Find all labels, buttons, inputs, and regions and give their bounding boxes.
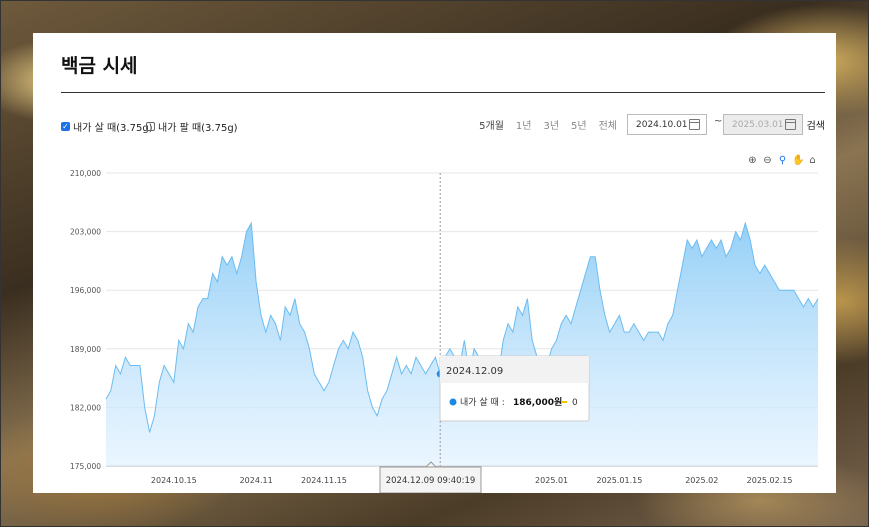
tooltip-date: 2024.12.09 — [446, 366, 503, 377]
tooltip-value: 186,000원 — [513, 396, 562, 408]
crosshair-label: 2024.12.09 09:40:19 — [379, 461, 482, 493]
x-tick-label: 2025.01 — [535, 476, 568, 485]
price-chart: 175,000 182,000 189,000 196,000 203,000 210,0… — [70, 169, 819, 493]
y-tick-label: 182,000 — [70, 403, 101, 412]
y-tick-label: 203,000 — [70, 228, 101, 237]
x-tick-label: 2024.11 — [240, 476, 273, 485]
price-area — [106, 223, 818, 466]
series-dot-icon — [449, 398, 457, 406]
x-tick-label: 2025.01.15 — [597, 476, 643, 485]
other-series-icon — [562, 401, 567, 403]
x-tick-label: 2025.02.15 — [747, 476, 793, 485]
y-tick-label: 196,000 — [70, 286, 101, 295]
y-tick-label: 175,000 — [70, 462, 101, 471]
y-tick-label: 210,000 — [70, 169, 101, 178]
y-tick-label: 189,000 — [70, 345, 101, 354]
x-tick-label: 2025.02 — [685, 476, 718, 485]
crosshair-label-text: 2024.12.09 09:40:19 — [386, 476, 476, 486]
tooltip: 2024.12.09 내가 살 때 : 186,000원 0 — [439, 355, 590, 422]
tooltip-other-value: 0 — [572, 398, 578, 408]
x-tick-label: 2024.11.15 — [301, 476, 347, 485]
x-tick-label: 2024.10.15 — [151, 476, 197, 485]
y-axis: 175,000 182,000 189,000 196,000 203,000 210,0… — [70, 169, 101, 471]
tooltip-series-label: 내가 살 때 : — [460, 397, 505, 408]
